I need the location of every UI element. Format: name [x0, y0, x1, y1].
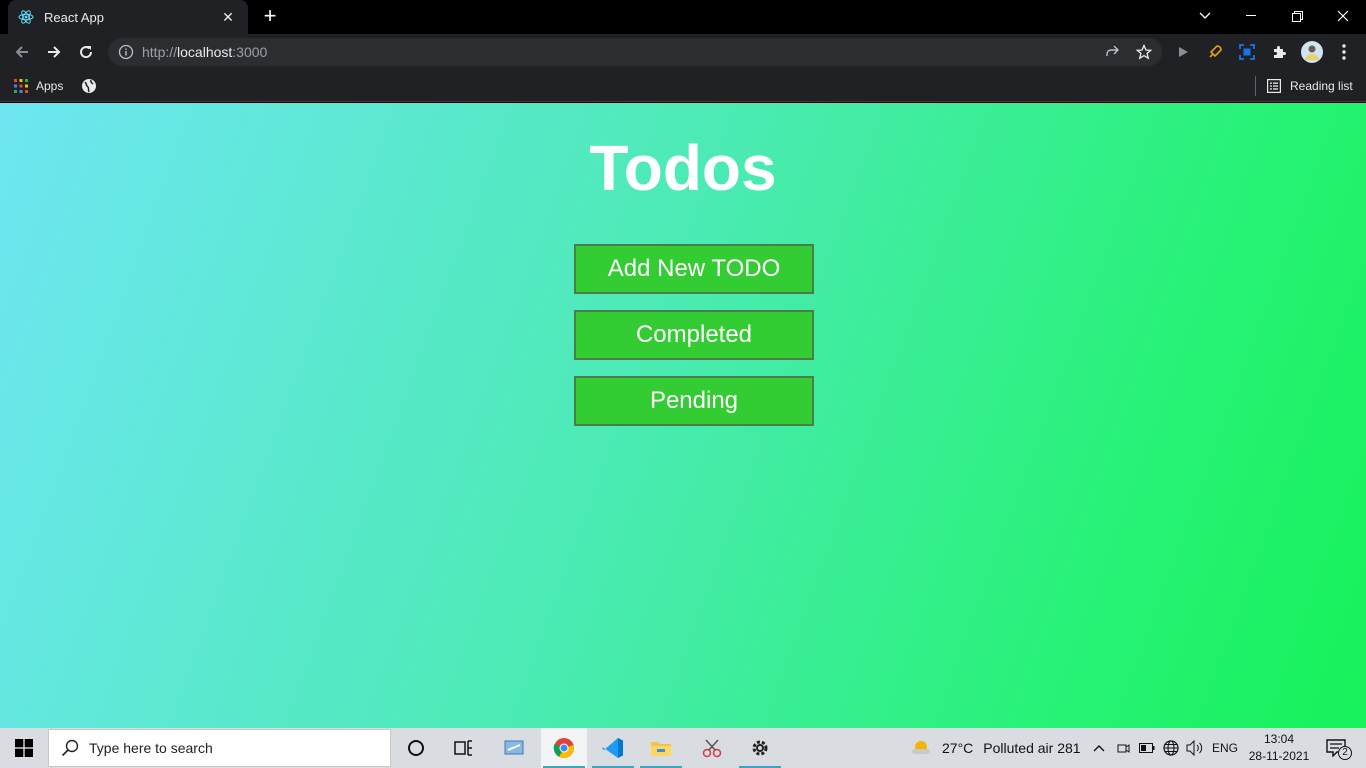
- apps-grid-icon: [14, 79, 28, 93]
- bookmark-star-icon[interactable]: [1134, 42, 1154, 62]
- restore-icon[interactable]: [1274, 0, 1320, 32]
- play-extension-icon[interactable]: [1173, 42, 1193, 62]
- notification-icon: 2: [1326, 739, 1352, 760]
- notification-center-button[interactable]: 2: [1322, 728, 1352, 768]
- address-bar[interactable]: http://localhost:3000: [108, 38, 1162, 66]
- meet-now-icon[interactable]: [1115, 728, 1131, 768]
- profile-avatar[interactable]: [1301, 41, 1323, 63]
- windows-start-icon[interactable]: [0, 728, 48, 768]
- minimize-icon[interactable]: [1228, 0, 1274, 32]
- browser-toolbar: http://localhost:3000: [0, 34, 1366, 70]
- new-tab-icon[interactable]: +: [258, 5, 282, 29]
- weather-sun-icon: [910, 738, 932, 758]
- browser-titlebar: React App ✕ +: [0, 0, 1366, 34]
- snipping-tool-icon[interactable]: [689, 728, 735, 768]
- bookmark-apps[interactable]: Apps: [14, 76, 63, 96]
- reload-icon[interactable]: [72, 38, 100, 66]
- react-icon: [18, 9, 34, 25]
- menu-kebab-icon[interactable]: [1334, 42, 1354, 62]
- search-icon: [61, 739, 79, 757]
- add-new-todo-button[interactable]: Add New TODO: [574, 244, 814, 294]
- windows-taskbar: Type here to search 27°C Polluted air 28…: [0, 728, 1366, 768]
- battery-icon[interactable]: [1138, 728, 1156, 768]
- bookmarks-divider: [1255, 76, 1256, 96]
- network-globe-icon[interactable]: [1162, 728, 1180, 768]
- close-window-icon[interactable]: [1320, 0, 1366, 32]
- extensions-puzzle-icon[interactable]: [1269, 42, 1289, 62]
- reading-list-icon: [1267, 79, 1281, 93]
- forward-arrow-icon[interactable]: [40, 38, 68, 66]
- screenshot-extension-icon[interactable]: [1237, 42, 1257, 62]
- todo-page: Todos Add New TODO Completed Pending: [0, 103, 1366, 728]
- pending-button[interactable]: Pending: [574, 376, 814, 426]
- volume-speaker-icon[interactable]: [1186, 728, 1204, 768]
- chrome-taskbar-icon[interactable]: [541, 728, 587, 768]
- completed-button[interactable]: Completed: [574, 310, 814, 360]
- weather-air-quality: Polluted air 281: [983, 740, 1081, 756]
- weather-widget[interactable]: 27°C Polluted air 281: [910, 728, 1081, 768]
- reading-list-button[interactable]: Reading list: [1267, 76, 1353, 96]
- settings-gear-icon[interactable]: [737, 728, 783, 768]
- info-icon[interactable]: [118, 44, 134, 60]
- share-icon[interactable]: [1102, 42, 1122, 62]
- task-view-icon[interactable]: [441, 728, 487, 768]
- clock-time: 13:04: [1263, 732, 1295, 746]
- clock-date: 28-11-2021: [1248, 749, 1310, 763]
- back-arrow-icon[interactable]: [8, 38, 36, 66]
- tab-search-icon[interactable]: [1182, 0, 1228, 32]
- page-title: Todos: [589, 132, 777, 204]
- close-tab-icon[interactable]: ✕: [218, 9, 238, 26]
- file-explorer-icon[interactable]: [638, 728, 684, 768]
- show-hidden-icons-chevron-icon[interactable]: [1091, 728, 1107, 768]
- vscode-taskbar-icon[interactable]: [590, 728, 636, 768]
- tab-title: React App: [44, 9, 104, 25]
- rocket-extension-icon[interactable]: [1205, 42, 1225, 62]
- url-text: http://localhost:3000: [142, 44, 268, 60]
- browser-tab-react-app[interactable]: React App ✕: [8, 0, 248, 34]
- taskbar-search-box[interactable]: Type here to search: [48, 729, 391, 767]
- bookmark-apps-label: Apps: [36, 79, 64, 93]
- cortana-icon[interactable]: [393, 728, 439, 768]
- app-window-icon[interactable]: [491, 728, 537, 768]
- notification-count-badge: 2: [1338, 746, 1352, 760]
- globe-bookmark-icon[interactable]: [81, 76, 97, 96]
- taskbar-clock[interactable]: 13:04 28-11-2021: [1240, 731, 1318, 765]
- bookmarks-bar: Apps Reading list: [0, 70, 1366, 102]
- search-placeholder: Type here to search: [89, 740, 213, 756]
- weather-temperature: 27°C: [942, 740, 974, 756]
- language-indicator[interactable]: ENG: [1212, 728, 1238, 768]
- reading-list-label: Reading list: [1290, 79, 1353, 93]
